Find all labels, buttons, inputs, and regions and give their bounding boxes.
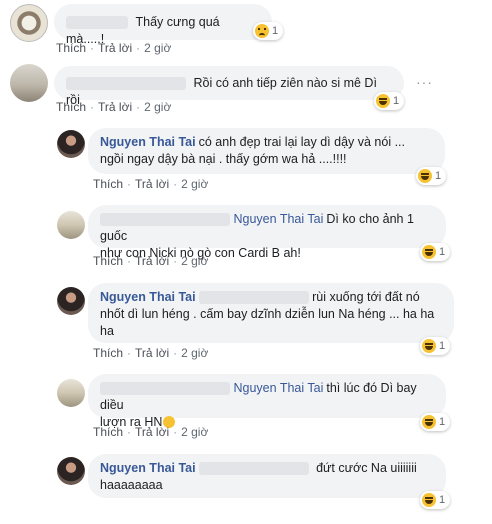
separator: · [127,346,132,360]
timestamp[interactable]: 2 giờ [181,254,208,268]
reply-link[interactable]: Trả lời [135,177,169,191]
like-link[interactable]: Thích [93,177,123,191]
separator: · [136,41,141,55]
separator: · [127,425,132,439]
reply-actions: Thích · Trả lời · 2 giờ [93,177,208,191]
reply-bubble: Nguyen Thai Tai có anh đẹp trai lại lay d… [88,128,445,174]
avatar[interactable] [10,4,48,42]
reaction-summary[interactable]: 1 [420,243,451,261]
avatar[interactable] [57,211,85,239]
reply-bubble: Nguyen Thai Tai Dì ko cho ảnh 1 guốc như … [88,205,446,260]
separator: · [127,254,132,268]
reaction-summary[interactable]: 1 [253,22,284,40]
separator: · [90,100,95,114]
like-link[interactable]: Thích [93,254,123,268]
reply-link[interactable]: Trả lời [98,41,132,55]
reply-text-line1: đứt cước Na uiiiiiii [316,461,417,475]
separator: · [127,177,132,191]
reply-link[interactable]: Trả lời [135,346,169,360]
timestamp[interactable]: 2 giờ [144,41,171,55]
author-name[interactable]: Nguyen Thai Tai [100,461,196,475]
comment-actions: Thích · Trả lời · 2 giờ [56,41,171,55]
avatar[interactable] [57,379,85,407]
reply-bubble: Nguyen Thai Tai đứt cước Na uiiiiiii haa… [88,454,446,498]
avatar[interactable] [57,457,85,485]
like-link[interactable]: Thích [56,41,86,55]
like-link[interactable]: Thích [93,425,123,439]
timestamp[interactable]: 2 giờ [181,425,208,439]
comment-bubble: Thấy cưng quá mà.....! [54,4,272,46]
separator: · [90,41,95,55]
reply-link[interactable]: Trả lời [98,100,132,114]
reply-link[interactable]: Trả lời [135,254,169,268]
reply-text-line2: ngồi ngay dậy bà nại . thấy gớm wa hả ..… [100,152,347,166]
reaction-count: 1 [439,416,446,428]
haha-icon [376,94,390,108]
reply-link[interactable]: Trả lời [135,425,169,439]
redacted-name [100,213,230,227]
separator: · [173,425,178,439]
haha-icon [422,339,436,353]
reaction-count: 1 [435,170,442,182]
sad-icon [255,24,269,38]
reply-text-line2: haaaaaaaa [100,478,163,492]
reaction-summary[interactable]: 1 [416,167,447,185]
mentioned-name[interactable]: Nguyen Thai Tai [233,381,323,395]
separator: · [173,177,178,191]
separator: · [173,346,178,360]
haha-icon [418,169,432,183]
reaction-count: 1 [439,246,446,258]
reply-bubble: Nguyen Thai Tai thì lúc đó Dì bay diều lư… [88,374,446,429]
redacted-name [198,291,309,305]
reaction-summary[interactable]: 1 [420,337,451,355]
haha-icon [422,245,436,259]
author-name[interactable]: Nguyen Thai Tai [100,290,196,304]
reply-actions: Thích · Trả lời · 2 giờ [93,346,208,360]
author-name[interactable]: Nguyen Thai Tai [100,135,196,149]
reply-bubble: Nguyen Thai Tai rùi xuống tới đất nó nhố… [88,283,454,343]
reply-text-line1: có anh đẹp trai lại lay dì dậy và nói ..… [198,135,405,149]
like-link[interactable]: Thích [93,346,123,360]
separator: · [136,100,141,114]
like-link[interactable]: Thích [56,100,86,114]
avatar[interactable] [57,287,85,315]
reaction-count: 1 [272,25,279,37]
avatar[interactable] [10,64,48,102]
separator: · [173,254,178,268]
redacted-name [100,382,230,396]
redacted-name [66,77,186,91]
reaction-summary[interactable]: 1 [374,92,405,110]
reaction-summary[interactable]: 1 [420,491,451,509]
reaction-count: 1 [439,340,446,352]
timestamp[interactable]: 2 giờ [181,177,208,191]
reply-text-line3: ha [100,324,114,338]
more-options-icon[interactable]: ··· [416,74,433,90]
redacted-name [66,16,128,30]
reply-text-line1: rùi xuống tới đất nó [312,290,420,304]
reply-actions: Thích · Trả lời · 2 giờ [93,425,208,439]
comment-actions: Thích · Trả lời · 2 giờ [56,100,171,114]
timestamp[interactable]: 2 giờ [144,100,171,114]
reaction-count: 1 [393,95,400,107]
haha-icon [422,493,436,507]
reply-text-line2: nhốt dì lun héng . cấm bay dzĩnh dziễn l… [100,307,435,321]
timestamp[interactable]: 2 giờ [181,346,208,360]
reply-actions: Thích · Trả lời · 2 giờ [93,254,208,268]
mentioned-name[interactable]: Nguyen Thai Tai [233,212,323,226]
reaction-summary[interactable]: 1 [420,413,451,431]
redacted-name [198,462,309,476]
avatar[interactable] [57,130,85,158]
comment-bubble: Rồi có anh tiếp ziên nào si mê Dì rồi [54,66,404,107]
haha-icon [422,415,436,429]
reaction-count: 1 [439,494,446,506]
